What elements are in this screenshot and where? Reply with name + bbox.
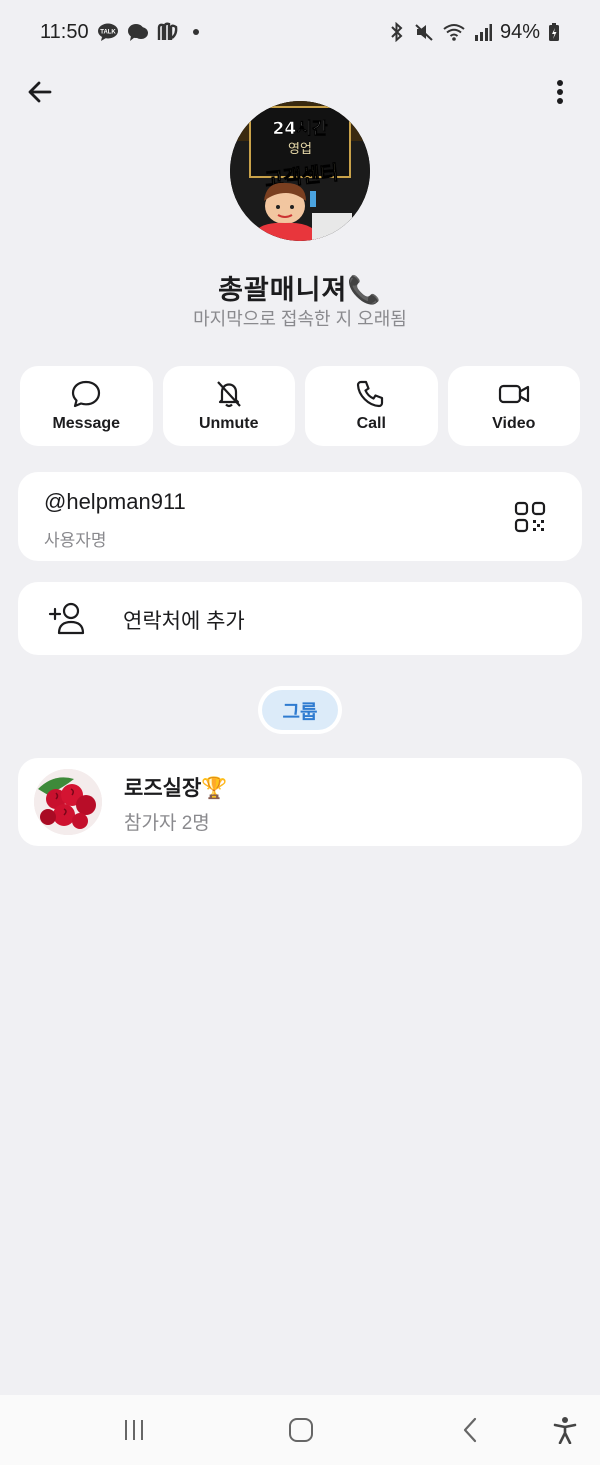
add-contact-button[interactable]: 연락처에 추가	[18, 582, 582, 655]
battery-icon	[548, 22, 560, 42]
avatar-image: 24시간 영업 고객센터	[230, 101, 370, 241]
profile-name: 총괄매니져📞	[218, 275, 382, 305]
add-contact-label: 연락처에 추가	[123, 610, 245, 633]
group-list-item[interactable]: 로즈실장🏆 참가자 2명	[18, 758, 582, 846]
more-options-button[interactable]	[542, 74, 578, 110]
call-button-label: Call	[356, 415, 386, 432]
status-bar: 11:50 TALK 94%	[0, 0, 600, 64]
phone-icon	[357, 380, 384, 408]
recent-apps-button[interactable]	[117, 1413, 151, 1447]
bluetooth-icon	[388, 22, 406, 42]
status-right: 94%	[388, 21, 560, 44]
more-vertical-icon	[557, 80, 563, 104]
chat-icon	[127, 22, 149, 42]
arrow-left-icon	[28, 81, 52, 103]
talk-icon: TALK	[97, 23, 119, 41]
signal-icon	[474, 23, 492, 41]
avatar-text-top: 24시간	[273, 119, 328, 139]
accessibility-button[interactable]	[548, 1413, 582, 1447]
chevron-left-icon	[463, 1417, 477, 1443]
home-button[interactable]	[284, 1413, 318, 1447]
status-left: 11:50 TALK	[40, 21, 199, 44]
notification-dot	[192, 29, 199, 35]
username-value: @helpman911	[44, 489, 186, 514]
username-card[interactable]: @helpman911 사용자명	[18, 472, 582, 561]
bell-off-icon	[216, 381, 241, 408]
message-button[interactable]: Message	[20, 366, 153, 446]
message-icon	[72, 380, 101, 408]
status-time: 11:50	[40, 20, 89, 43]
mu-icon	[157, 22, 179, 42]
system-navigation-bar	[0, 1395, 600, 1465]
video-icon	[498, 384, 529, 404]
battery-percent: 94%	[499, 20, 540, 43]
qr-code-icon	[514, 501, 546, 533]
profile-avatar[interactable]: 24시간 영업 고객센터	[230, 101, 370, 241]
profile-last-seen: 마지막으로 접속한 지 오래됨	[193, 309, 407, 329]
group-avatar	[34, 769, 102, 835]
video-button[interactable]: Video	[447, 366, 580, 446]
mute-icon	[414, 22, 434, 42]
wifi-icon	[442, 22, 466, 42]
qr-code-button[interactable]	[514, 501, 546, 533]
tab-groups-label: 그룹	[262, 690, 338, 730]
system-back-button[interactable]	[453, 1413, 487, 1447]
svg-text:TALK: TALK	[100, 30, 116, 36]
message-button-label: Message	[52, 415, 121, 432]
avatar-text-mid: 영업	[288, 142, 312, 157]
recent-apps-icon	[125, 1420, 143, 1440]
group-member-count: 참가자 2명	[124, 813, 210, 834]
add-user-icon	[48, 602, 85, 635]
call-button[interactable]: Call	[305, 366, 438, 446]
action-buttons: Message Unmute Call Video	[20, 366, 580, 446]
tab-groups[interactable]: 그룹	[258, 686, 342, 734]
unmute-button[interactable]: Unmute	[162, 366, 295, 446]
home-icon	[289, 1418, 313, 1442]
roses-image	[34, 769, 102, 835]
video-button-label: Video	[492, 415, 536, 432]
accessibility-icon	[553, 1417, 577, 1444]
group-name: 로즈실장🏆	[124, 777, 228, 800]
username-label: 사용자명	[44, 531, 107, 550]
unmute-button-label: Unmute	[198, 415, 259, 432]
back-button[interactable]	[22, 74, 58, 110]
